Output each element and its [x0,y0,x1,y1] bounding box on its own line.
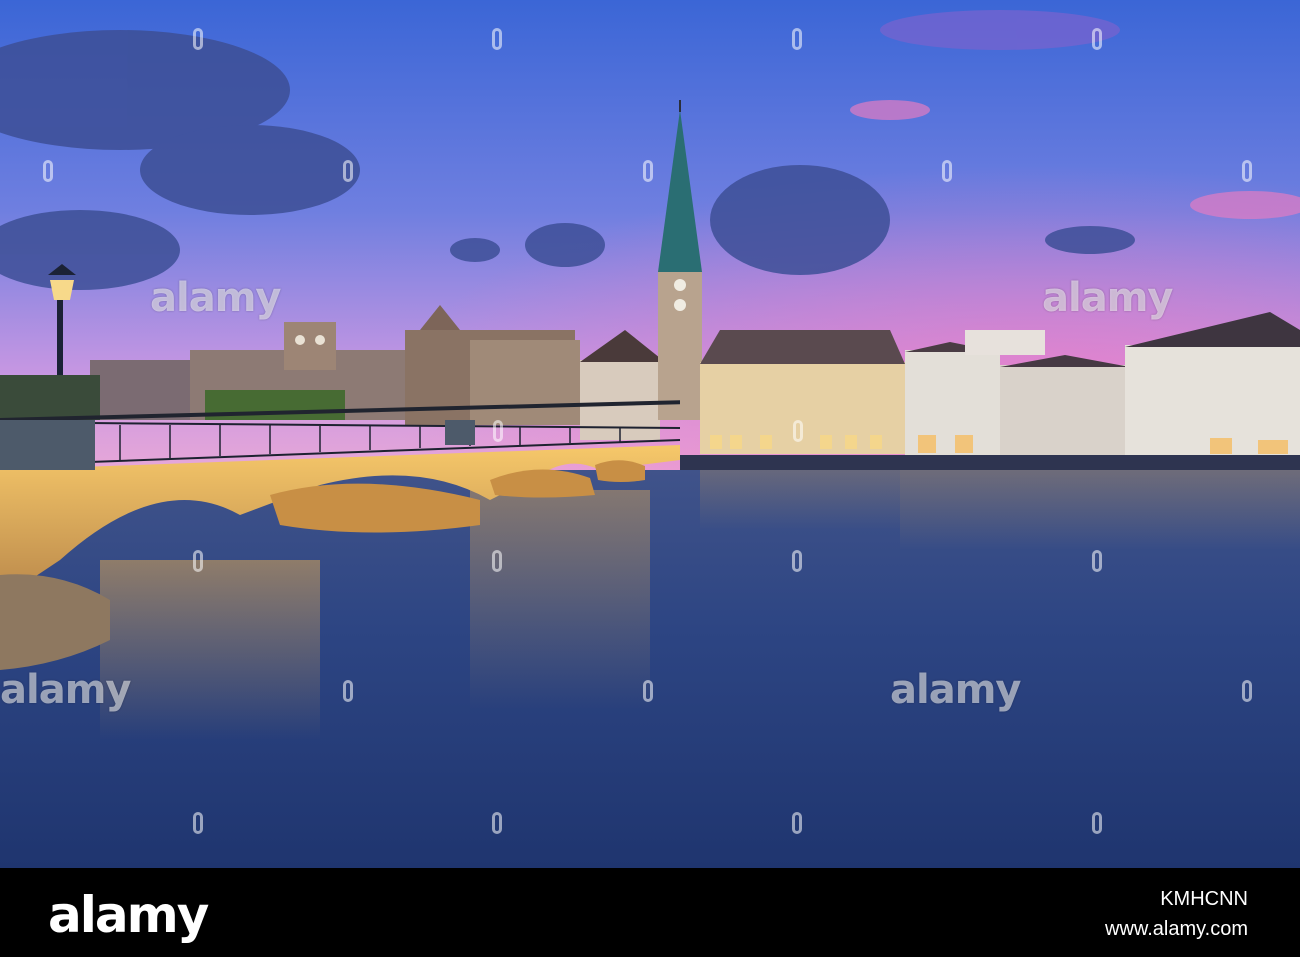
watermark-mark [492,550,502,572]
watermark-mark [43,160,53,182]
photo-stage: alamy alamy alamy alamy alamy KMHCNN www… [0,0,1300,957]
watermark-mark [492,28,502,50]
watermark-mark [792,812,802,834]
watermark-mark [643,160,653,182]
watermark-mark [1092,28,1102,50]
watermark-mark [793,420,803,442]
watermark-mark [1242,160,1252,182]
zurich-river-photo [0,0,1300,868]
footer-bar: alamy KMHCNN www.alamy.com [0,868,1300,957]
watermark-mark [193,28,203,50]
watermark-mark [193,812,203,834]
watermark-mark [1242,680,1252,702]
watermark-text: alamy [150,275,281,321]
watermark-mark [343,680,353,702]
watermark-mark [643,680,653,702]
watermark-text: alamy [0,667,131,713]
watermark-mark [493,420,503,442]
image-id: KMHCNN [1160,888,1248,910]
watermark-mark [343,160,353,182]
watermark-mark [193,550,203,572]
watermark-text: alamy [890,667,1021,713]
watermark-mark [942,160,952,182]
watermark-mark [792,28,802,50]
alamy-logo: alamy [48,886,209,944]
watermark-mark [1092,550,1102,572]
watermark-mark [1092,812,1102,834]
watermark-mark [492,812,502,834]
watermark-text: alamy [1042,275,1173,321]
site-url: www.alamy.com [1105,918,1248,940]
watermark-mark [792,550,802,572]
